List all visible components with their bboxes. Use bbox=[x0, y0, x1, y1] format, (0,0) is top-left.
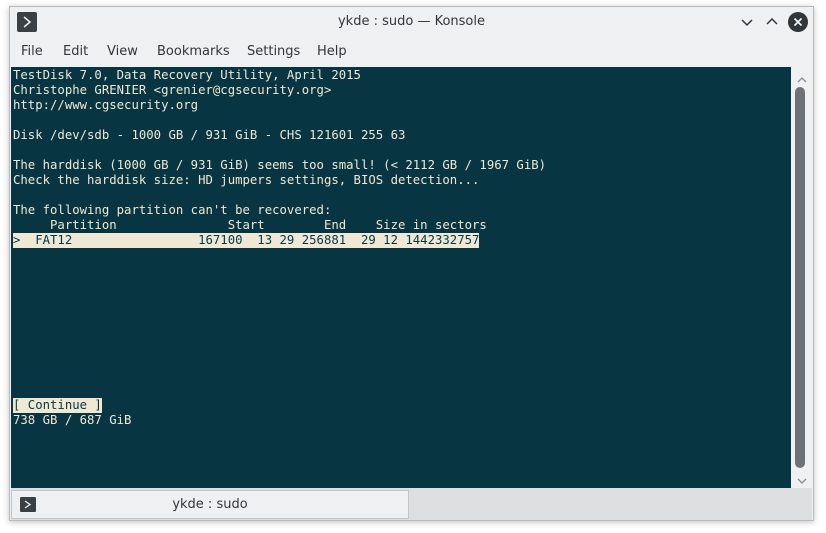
konsole-window: ykde : sudo — Konsole File Edit View Boo… bbox=[9, 6, 814, 521]
terminal-scrollbar[interactable] bbox=[791, 67, 813, 488]
terminal-line: Disk /dev/sdb - 1000 GB / 931 GiB - CHS … bbox=[13, 128, 406, 142]
tab-label: ykde : sudo bbox=[172, 497, 248, 512]
partition-table-header: Partition Start End Size in sectors bbox=[13, 218, 487, 232]
tab-ykde-sudo[interactable]: ykde : sudo bbox=[11, 490, 409, 519]
menu-view[interactable]: View bbox=[107, 44, 138, 59]
scroll-up-icon[interactable] bbox=[796, 71, 808, 83]
disk-size-line: 738 GB / 687 GiB bbox=[13, 413, 132, 427]
menu-file[interactable]: File bbox=[21, 44, 43, 59]
title-bar[interactable]: ykde : sudo — Konsole bbox=[10, 7, 813, 37]
continue-button[interactable]: [ Continue ] bbox=[13, 398, 102, 413]
window-title: ykde : sudo — Konsole bbox=[337, 14, 485, 29]
terminal-line: Check the harddisk size: HD jumpers sett… bbox=[13, 173, 480, 187]
terminal-line: The following partition can't be recover… bbox=[13, 203, 332, 217]
menu-help[interactable]: Help bbox=[317, 44, 347, 59]
terminal-line: Christophe GRENIER <grenier@cgsecurity.o… bbox=[13, 83, 332, 97]
terminal-line: TestDisk 7.0, Data Recovery Utility, Apr… bbox=[13, 68, 361, 82]
menu-edit[interactable]: Edit bbox=[63, 44, 88, 59]
terminal-line: http://www.cgsecurity.org bbox=[13, 98, 199, 112]
close-icon[interactable] bbox=[788, 12, 808, 32]
minimize-icon[interactable] bbox=[738, 13, 756, 31]
maximize-icon[interactable] bbox=[763, 13, 781, 31]
menu-bar: File Edit View Bookmarks Settings Help bbox=[10, 38, 813, 66]
terminal-line: The harddisk (1000 GB / 931 GiB) seems t… bbox=[13, 158, 547, 172]
menu-bookmarks[interactable]: Bookmarks bbox=[157, 44, 230, 59]
menu-settings[interactable]: Settings bbox=[247, 44, 300, 59]
partition-row-selected[interactable]: > FAT12 167100 13 29 256881 29 12 144233… bbox=[13, 233, 480, 248]
scrollbar-thumb[interactable] bbox=[795, 87, 805, 468]
scroll-down-icon[interactable] bbox=[796, 472, 808, 484]
terminal-view[interactable]: TestDisk 7.0, Data Recovery Utility, Apr… bbox=[11, 67, 792, 488]
tab-bar: ykde : sudo bbox=[11, 488, 812, 520]
